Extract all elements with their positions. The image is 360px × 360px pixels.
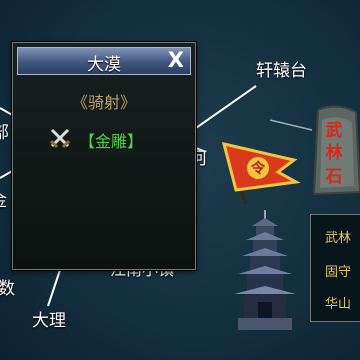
stone-char: 林	[326, 142, 343, 163]
command-flag-icon[interactable]: 令	[218, 138, 302, 212]
side-list-item[interactable]: 武林	[325, 227, 351, 246]
map-route	[269, 119, 313, 131]
side-list-item[interactable]: 华山	[325, 293, 351, 312]
region-popup: 大漠 X 《骑射》 【金雕】	[12, 42, 196, 270]
map-label-partial[interactable]: 金	[0, 186, 7, 211]
map-route	[195, 85, 257, 129]
map-label-partial[interactable]: 数	[0, 274, 15, 299]
map-label-partial[interactable]: 部	[0, 118, 9, 143]
popup-title: 大漠	[87, 55, 121, 75]
flag-text: 令	[250, 160, 266, 177]
side-list-item[interactable]: 固守	[325, 261, 351, 280]
pagoda-icon[interactable]	[228, 210, 302, 336]
martial-stone[interactable]: 武 林 石	[312, 102, 360, 202]
crossed-swords-icon	[49, 128, 71, 149]
stone-char: 武	[326, 120, 343, 141]
popup-header: 大漠 X	[17, 47, 191, 75]
map-label-dali[interactable]: 大理	[32, 306, 66, 331]
popup-item-label: 【金雕】	[79, 132, 144, 151]
map-label-xuanyuantai[interactable]: 轩辕台	[256, 56, 307, 81]
popup-item[interactable]: 【金雕】	[49, 127, 143, 151]
stone-char: 石	[325, 167, 343, 187]
side-list-panel: 武林 固守 华山	[310, 214, 360, 322]
popup-subtitle: 《骑射》	[71, 93, 136, 112]
close-button[interactable]: X	[168, 48, 184, 72]
map-route	[47, 269, 61, 307]
